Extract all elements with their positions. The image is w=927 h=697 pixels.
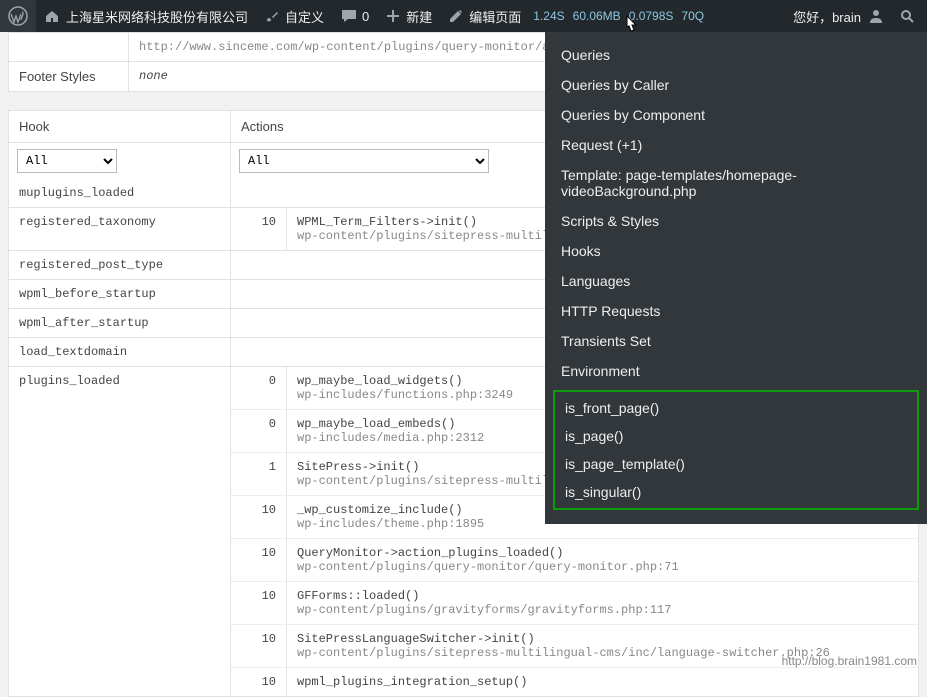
qm-conditional[interactable]: is_singular(): [555, 478, 917, 506]
qm-menu-item[interactable]: Scripts & Styles: [545, 206, 927, 236]
action-priority: 1: [231, 453, 287, 495]
qm-menu-item[interactable]: Hooks: [545, 236, 927, 266]
greeting: 您好，brain: [793, 7, 861, 26]
comments-link[interactable]: 0: [332, 0, 377, 32]
qm-menu-item[interactable]: Languages: [545, 266, 927, 296]
hook-name: wpml_after_startup: [9, 309, 231, 337]
customize-link[interactable]: 自定义: [256, 0, 332, 32]
new-label: 新建: [406, 7, 432, 26]
watermark: http://blog.brain1981.com: [782, 654, 917, 668]
qm-conditional[interactable]: is_page_template(): [555, 450, 917, 478]
action-fn: GFForms::loaded()wp-content/plugins/grav…: [287, 582, 918, 624]
my-account[interactable]: 您好，brain: [785, 0, 893, 32]
hook-name: registered_post_type: [9, 251, 231, 279]
search-toggle[interactable]: [893, 0, 921, 32]
qm-conditional[interactable]: is_front_page(): [555, 394, 917, 422]
comment-icon: [340, 7, 358, 25]
action-fn-name: QueryMonitor->action_plugins_loaded(): [297, 546, 908, 560]
wordpress-icon: [8, 6, 28, 26]
action-priority: 10: [231, 539, 287, 581]
qm-menu-item[interactable]: Queries by Caller: [545, 70, 927, 100]
action-row: 10 wpml_plugins_integration_setup(): [231, 668, 918, 696]
hook-name: plugins_loaded: [9, 367, 231, 696]
qm-memory[interactable]: 60.06MB: [569, 9, 625, 23]
home-icon: [44, 8, 60, 24]
qm-menu-item[interactable]: Transients Set: [545, 326, 927, 356]
action-fn-name: SitePressLanguageSwitcher->init(): [297, 632, 908, 646]
qm-menu-item[interactable]: Template: page-templates/homepage-videoB…: [545, 160, 927, 206]
conditionals-box: is_front_page()is_page()is_page_template…: [553, 390, 919, 510]
styles-label-cell: [9, 33, 129, 62]
qm-dropdown: QueriesQueries by CallerQueries by Compo…: [545, 32, 927, 524]
action-priority: 0: [231, 367, 287, 409]
qm-menu-item[interactable]: Request (+1): [545, 130, 927, 160]
hook-name: wpml_before_startup: [9, 280, 231, 308]
action-priority: 10: [231, 582, 287, 624]
actions-filter-select[interactable]: All: [239, 149, 489, 173]
cursor-pointer-icon: [620, 14, 642, 40]
action-fn-name: GFForms::loaded(): [297, 589, 908, 603]
hook-name: registered_taxonomy: [9, 208, 231, 250]
plus-icon: [385, 8, 401, 24]
footer-styles-label: Footer Styles: [9, 62, 129, 92]
edit-page-link[interactable]: 编辑页面: [440, 0, 529, 32]
qm-time[interactable]: 1.24S: [529, 9, 568, 23]
qm-menu-item[interactable]: Queries: [545, 40, 927, 70]
hook-name: load_textdomain: [9, 338, 231, 366]
wp-logo[interactable]: [0, 0, 36, 32]
action-fn: QueryMonitor->action_plugins_loaded()wp-…: [287, 539, 918, 581]
hook-name: muplugins_loaded: [9, 179, 231, 207]
action-row: 10GFForms::loaded()wp-content/plugins/gr…: [231, 582, 918, 625]
action-priority: 10: [231, 208, 287, 250]
action-fn-name: wpml_plugins_integration_setup(): [297, 675, 908, 689]
action-fn: wpml_plugins_integration_setup(): [287, 668, 918, 696]
action-row: 10QueryMonitor->action_plugins_loaded()w…: [231, 539, 918, 582]
brush-icon: [264, 8, 280, 24]
pencil-icon: [448, 8, 464, 24]
action-fn-path: wp-content/plugins/gravityforms/gravityf…: [297, 603, 908, 617]
action-priority: 10: [231, 668, 287, 696]
hook-filter-select[interactable]: All: [17, 149, 117, 173]
customize-label: 自定义: [285, 7, 324, 26]
search-icon: [899, 8, 915, 24]
action-priority: 10: [231, 496, 287, 538]
site-name-label: 上海星米网络科技股份有限公司: [66, 7, 248, 26]
th-hook: Hook: [9, 111, 231, 142]
site-name[interactable]: 上海星米网络科技股份有限公司: [36, 0, 256, 32]
comments-count: 0: [362, 9, 369, 24]
edit-page-label: 编辑页面: [469, 7, 521, 26]
admin-toolbar: 上海星米网络科技股份有限公司 自定义 0 新建 编辑页面 1.24S 60.06…: [0, 0, 927, 32]
action-fn-path: wp-content/plugins/query-monitor/query-m…: [297, 560, 908, 574]
qm-menu-item[interactable]: HTTP Requests: [545, 296, 927, 326]
qm-conditional[interactable]: is_page(): [555, 422, 917, 450]
qm-menu-item[interactable]: Queries by Component: [545, 100, 927, 130]
action-priority: 0: [231, 410, 287, 452]
new-link[interactable]: 新建: [377, 0, 440, 32]
qm-queries[interactable]: 70Q: [677, 9, 708, 23]
qm-menu-item[interactable]: Environment: [545, 356, 927, 386]
action-priority: 10: [231, 625, 287, 667]
user-icon: [867, 7, 885, 25]
